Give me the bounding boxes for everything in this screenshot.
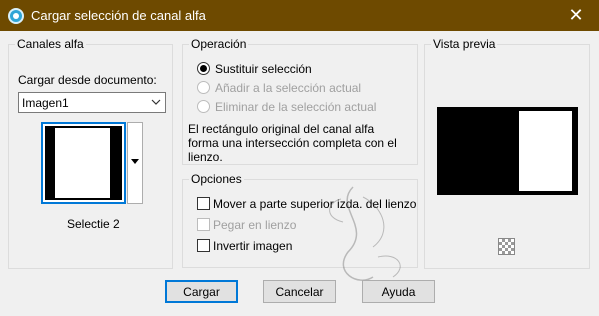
radio-remove-from-selection[interactable] [197,100,210,113]
checkbox-paste-to-canvas[interactable] [197,218,210,231]
operation-group: Operación Sustituir selección Añadir a l… [182,37,418,165]
radio-replace-selection[interactable] [197,62,210,75]
app-icon [8,8,24,24]
checkbox-invert-image-label[interactable]: Invertir imagen [213,239,292,253]
radio-remove-from-selection-label[interactable]: Eliminar de la selección actual [215,100,376,114]
alpha-channels-legend: Canales alfa [15,37,86,51]
operation-legend: Operación [189,37,249,51]
checkbox-paste-to-canvas-label[interactable]: Pegar en lienzo [213,218,296,232]
preview-legend: Vista previa [431,37,498,51]
alpha-channels-group: Canales alfa Cargar desde documento: Ima… [8,37,173,269]
thumbnail-image [45,126,122,200]
checkbox-invert-image[interactable] [197,239,210,252]
checkbox-move-top-left[interactable] [197,197,210,210]
watermark-logo [329,186,401,281]
load-button[interactable]: Cargar [165,280,238,303]
preview-canvas [437,107,578,195]
title-bar: Cargar selección de canal alfa ✕ [0,0,599,31]
selection-name: Selectie 2 [67,217,120,231]
document-select[interactable]: Imagen1 [18,92,166,113]
document-select-value: Imagen1 [22,96,69,110]
options-legend: Opciones [189,172,244,186]
checkerboard-icon[interactable] [498,238,515,255]
cancel-button[interactable]: Cancelar [263,280,336,303]
radio-add-to-selection[interactable] [197,81,210,94]
selection-thumbnail[interactable] [41,122,126,204]
help-button[interactable]: Ayuda [362,280,435,303]
thumbnail-dropdown-button[interactable] [127,122,143,204]
window-title: Cargar selección de canal alfa [31,8,206,23]
radio-add-to-selection-label[interactable]: Añadir a la selección actual [215,81,361,95]
radio-replace-selection-label[interactable]: Sustituir selección [215,62,312,76]
dialog-body: Canales alfa Cargar desde documento: Ima… [1,31,598,315]
operation-description: El rectángulo original del canal alfa fo… [188,122,397,164]
load-from-document-label: Cargar desde documento: [18,73,157,87]
chevron-down-icon [151,99,161,105]
preview-group: Vista previa [424,37,590,269]
close-button[interactable]: ✕ [553,0,599,31]
